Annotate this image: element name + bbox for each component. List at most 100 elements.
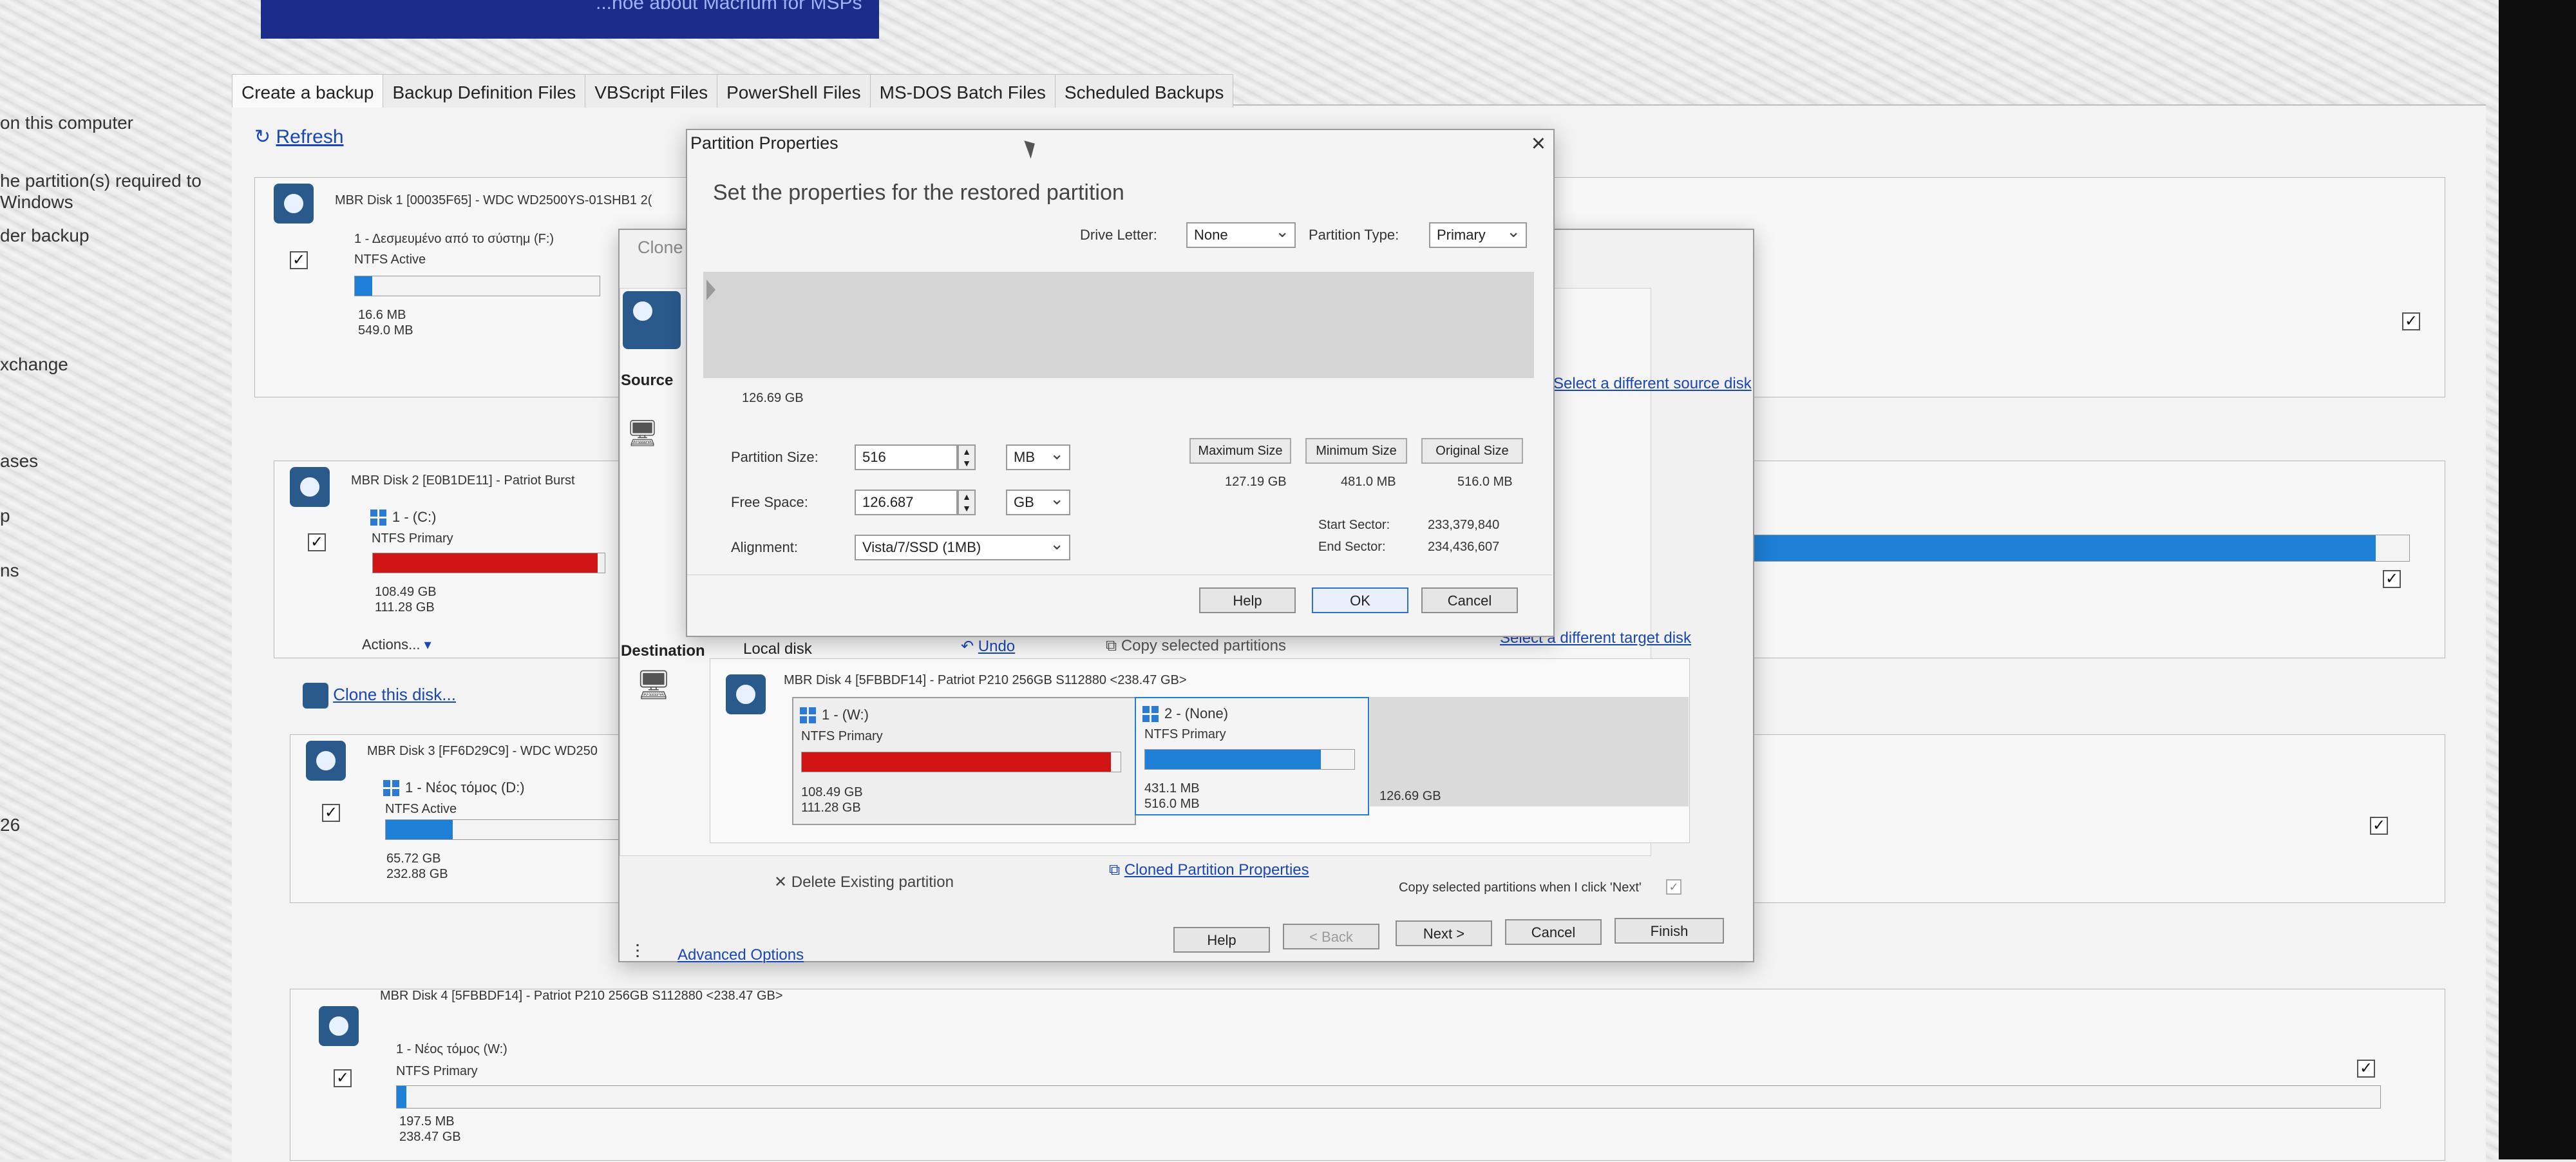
partition-checkbox[interactable]: ✓ [334,1069,352,1087]
windows-icon [1142,706,1159,723]
partition-used: 16.6 MB [358,308,406,322]
sidebar-item[interactable]: on this computer [0,113,133,133]
disk-title: MBR Disk 1 [00035F65] - WDC WD2500YS-01S… [335,193,652,207]
windows-icon [800,707,817,724]
sidebar-item[interactable]: he partition(s) required to [0,171,202,191]
local-disk-label: Local disk [743,640,812,658]
partition-properties-dialog: Partition Properties × Set the propertie… [686,129,1555,637]
dropdown-arrow-icon: ▾ [424,636,431,652]
disk-icon [290,467,330,507]
undo-icon: ↶ [961,638,974,655]
clone-icon [303,683,328,709]
partition-checkbox[interactable]: ✓ [308,533,326,551]
cancel-button[interactable]: Cancel [1505,919,1602,945]
banner-text: ...hoe about Macrium for MSPs [596,0,862,14]
ok-button[interactable]: OK [1312,587,1408,613]
partition-fs: NTFS Primary [1144,727,1226,741]
partition-label: 1 - Νέος τόμος (D:) [383,779,525,797]
actions-dropdown[interactable]: Actions... ▾ [362,636,431,653]
source-label: Source [621,372,674,389]
partition-size-spinner[interactable]: ▲ ▼ [958,444,976,470]
partition-usage-bar [354,276,600,296]
sidebar-item[interactable]: Windows [0,192,73,213]
sidebar-item[interactable]: der backup [0,225,90,246]
clone-disk-link[interactable]: Clone this disk... [303,683,456,709]
cancel-button[interactable]: Cancel [1421,587,1518,613]
windows-icon [370,510,387,526]
refresh-label: Refresh [276,126,344,148]
tab-scheduled-backups[interactable]: Scheduled Backups [1054,74,1234,108]
maximum-size-value: 127.19 GB [1225,475,1287,489]
help-button[interactable]: Help [1173,927,1270,953]
computer-icon: 🖥 [636,669,672,701]
sidebar-item[interactable]: ns [0,560,19,581]
tab-msdos-batch-files[interactable]: MS-DOS Batch Files [869,74,1056,108]
disk-checkbox[interactable]: ✓ [2402,312,2420,330]
end-sector-value: 234,436,607 [1428,540,1500,554]
sidebar-item[interactable]: xchange [0,354,68,375]
close-icon[interactable]: × [1531,130,1546,158]
minimum-size-value: 481.0 MB [1341,475,1396,489]
partition-fs: NTFS Primary [372,531,453,546]
refresh-button[interactable]: ↻ Refresh [254,126,344,148]
next-button[interactable]: Next > [1396,920,1492,946]
disk-checkbox[interactable]: ✓ [2370,817,2388,835]
delete-partition-button[interactable]: ✕ Delete Existing partition [774,873,954,891]
free-space-input[interactable]: 126.687 [855,490,958,515]
partition-size-label: Partition Size: [731,449,819,465]
tab-powershell-files[interactable]: PowerShell Files [717,74,871,108]
partition-label: 1 - Νέος τόμος (W:) [396,1042,507,1056]
promo-banner[interactable]: ...hoe about Macrium for MSPs [261,0,879,39]
partition-map[interactable] [703,272,1534,378]
partition-checkbox[interactable]: ✓ [290,251,308,269]
original-size-button[interactable]: Original Size [1421,438,1523,464]
map-free-size: 126.69 GB [742,391,804,405]
original-size-value: 516.0 MB [1457,475,1513,489]
tab-vbscript-files[interactable]: VBScript Files [585,74,718,108]
cloned-partition-properties-link[interactable]: ⧉ Cloned Partition Properties [1109,861,1309,879]
alignment-label: Alignment: [731,539,798,555]
partition-checkbox[interactable]: ✓ [322,804,340,822]
resize-handle-icon[interactable] [706,280,715,300]
partition-usage-bar [801,752,1121,772]
free-space-spinner[interactable]: ▲ ▼ [958,490,976,515]
windows-icon [383,780,400,797]
copy-on-next-checkbox[interactable]: ✓ [1666,879,1681,895]
copy-on-next-label: Copy selected partitions when I click 'N… [1399,881,1642,895]
partition-size-unit-select[interactable]: MB [1006,442,1070,470]
alignment-select[interactable]: Vista/7/SSD (1MB) [855,532,1070,560]
copy-partitions-button[interactable]: ⧉ Copy selected partitions [1106,637,1286,655]
partition-used: 108.49 GB [801,785,863,799]
disk-checkbox[interactable]: ✓ [2357,1060,2375,1078]
finish-button[interactable]: Finish [1615,918,1724,944]
drive-letter-label: Drive Letter: [1080,227,1157,243]
target-disk-title: MBR Disk 4 [5FBBDF14] - Patriot P210 256… [784,673,1187,687]
undo-button[interactable]: ↶ Undo [961,637,1015,656]
maximum-size-button[interactable]: Maximum Size [1189,438,1291,464]
drive-letter-select[interactable]: None [1186,220,1296,248]
minimum-size-button[interactable]: Minimum Size [1305,438,1407,464]
back-button[interactable]: < Back [1283,924,1379,949]
partition-type-label: Partition Type: [1309,227,1399,243]
help-button[interactable]: Help [1199,587,1296,613]
partition-type-select[interactable]: Primary [1429,220,1527,248]
advanced-options-link[interactable]: Advanced Options [677,946,804,964]
partition-total: 238.47 GB [399,1130,461,1144]
sidebar-item[interactable]: ases [0,451,38,471]
partition-fs: NTFS Primary [396,1064,478,1078]
partition-size-input[interactable]: 516 [855,444,958,470]
select-source-link[interactable]: Select a different source disk [1553,375,1752,393]
disk-checkbox[interactable]: ✓ [2383,570,2401,588]
disk-icon [319,1006,359,1046]
free-space-unit-select[interactable]: GB [1006,487,1070,515]
partition-used: 108.49 GB [375,585,437,599]
disk-title: MBR Disk 4 [5FBBDF14] - Patriot P210 256… [380,989,783,1003]
unallocated-size: 126.69 GB [1379,789,1441,803]
tab-create-backup[interactable]: Create a backup [232,74,384,108]
sidebar-item[interactable]: p [0,506,10,526]
tab-backup-definition-files[interactable]: Backup Definition Files [383,74,586,108]
disk-title: MBR Disk 3 [FF6D29C9] - WDC WD250 [367,744,598,758]
disk-icon [306,741,346,781]
partition-usage-bar [372,553,605,573]
partition-fs: NTFS Active [385,802,457,816]
